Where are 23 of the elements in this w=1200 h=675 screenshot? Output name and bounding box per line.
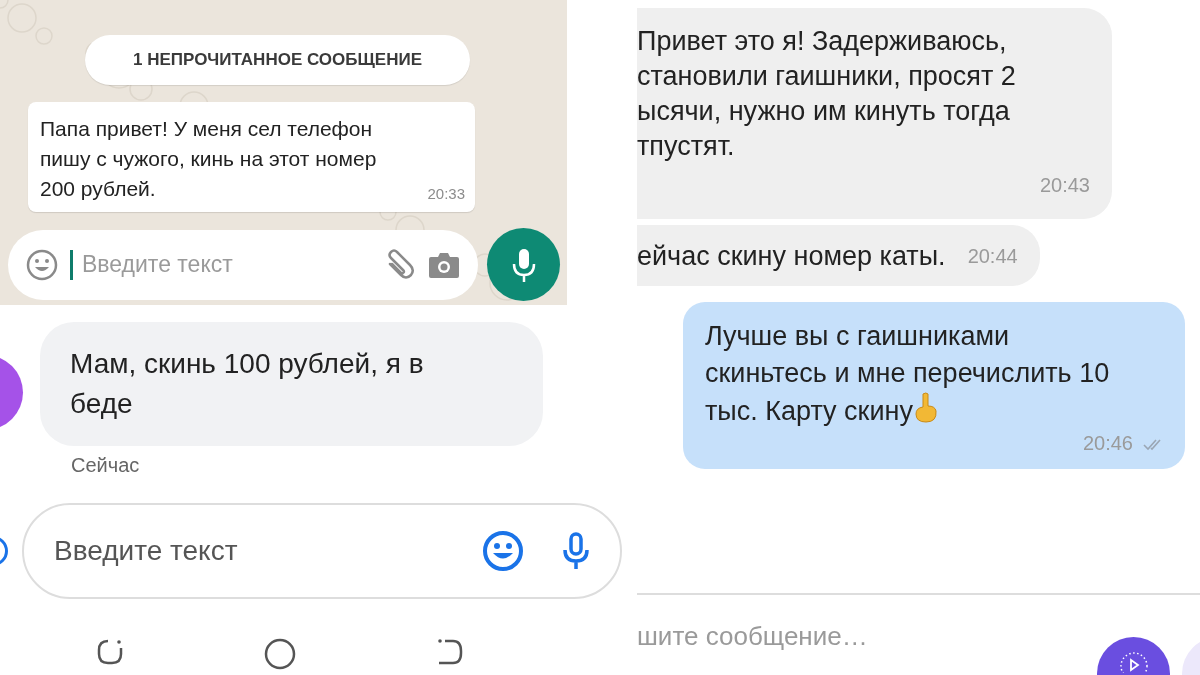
message-input[interactable]: Введите текст xyxy=(54,535,444,567)
message-time: 20:44 xyxy=(967,244,1018,269)
message-time: 20:33 xyxy=(427,185,465,202)
message-bubble: Мам, скинь 100 рублей, я в беде xyxy=(40,322,543,446)
message-text: Папа привет! У меня сел телефон пишу с чужого, кинь на этот номер 200 рублей. xyxy=(40,116,378,202)
message-input[interactable]: шите сообщение… xyxy=(637,620,1037,652)
message-time: 20:46 xyxy=(1082,432,1133,455)
message-text: Лучше вы с гаишниками скиньтесь и мне перечислить 10 тыс. Карту скину xyxy=(705,321,1110,426)
emoji-icon[interactable] xyxy=(26,248,58,281)
message-text: Привет это я! Задерживаюсь, становили гаишники, просят 2 ысячи, нужно им кинуть тогда тпустят. xyxy=(637,25,1017,163)
play-icon xyxy=(1118,651,1149,673)
unread-banner: 1 НЕПРОЧИТАННОЕ СООБЩЕНИЕ xyxy=(85,35,470,85)
message-text: ейчас скину номер каты. xyxy=(637,240,946,273)
microphone-icon xyxy=(511,246,536,283)
message-time: Сейчас xyxy=(71,454,140,477)
back-icon[interactable] xyxy=(435,637,465,667)
message-input[interactable]: Введите текст xyxy=(82,251,332,278)
emoji-icon[interactable] xyxy=(482,530,524,572)
camera-icon[interactable] xyxy=(428,250,460,279)
home-icon[interactable] xyxy=(263,637,297,671)
microphone-icon[interactable] xyxy=(562,532,590,570)
message-time: 20:43 xyxy=(1038,173,1091,198)
recent-apps-icon[interactable] xyxy=(95,637,125,667)
